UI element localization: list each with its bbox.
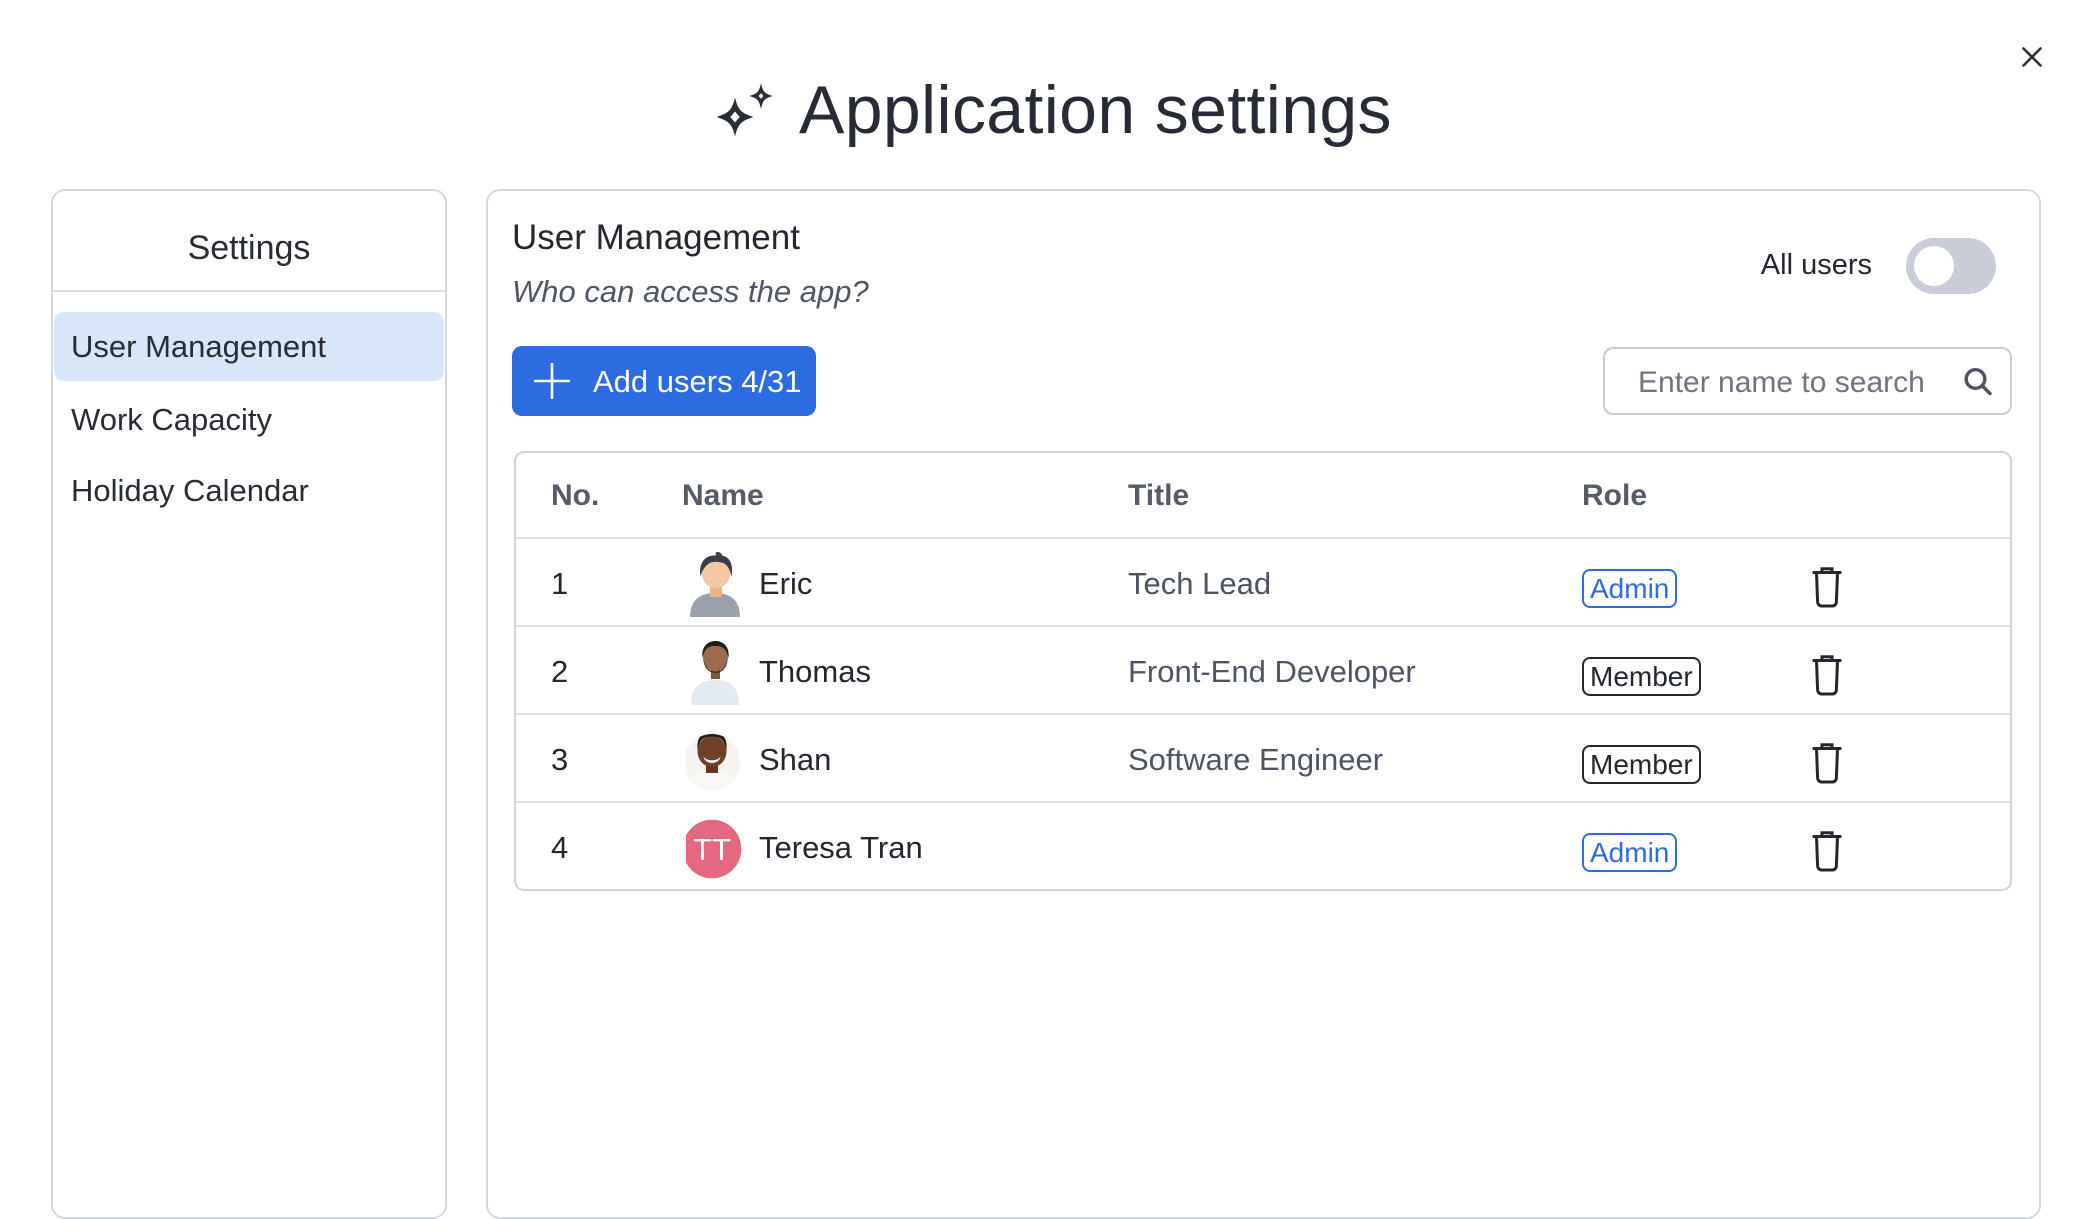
svg-text:TT: TT [693,832,731,867]
